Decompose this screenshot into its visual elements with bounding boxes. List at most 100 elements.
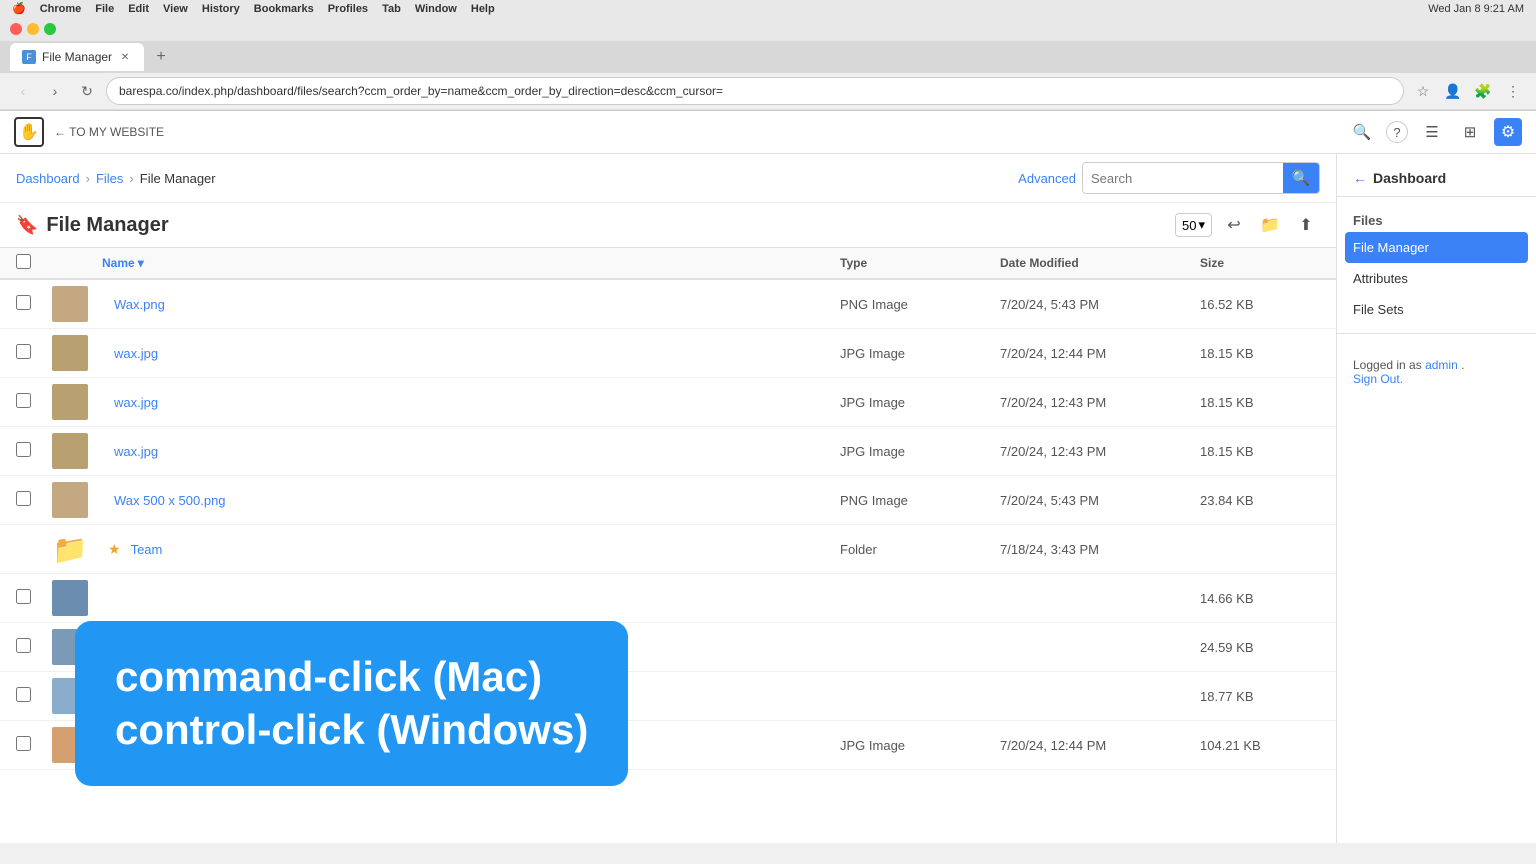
- row-checkbox: [16, 442, 52, 460]
- file-size: 18.77 KB: [1200, 689, 1320, 704]
- per-page-icon: ▾: [1198, 217, 1205, 233]
- grid-view-icon[interactable]: ⊞: [1456, 118, 1484, 146]
- file-date: 7/20/24, 5:43 PM: [1000, 297, 1200, 312]
- sidebar-item-file-manager[interactable]: File Manager: [1345, 232, 1528, 263]
- table-row: 14.66 KB: [0, 574, 1336, 623]
- file-checkbox[interactable]: [16, 491, 31, 506]
- sidebar-item-attributes[interactable]: Attributes: [1337, 263, 1536, 294]
- forward-button[interactable]: ›: [42, 78, 68, 104]
- active-tab[interactable]: F File Manager ✕: [10, 43, 144, 71]
- back-button[interactable]: ‹: [10, 78, 36, 104]
- file-name[interactable]: wax.jpg: [108, 346, 158, 361]
- menu-edit[interactable]: Edit: [128, 3, 149, 15]
- menu-chrome[interactable]: Chrome: [40, 3, 82, 15]
- file-checkbox[interactable]: [16, 442, 31, 457]
- row-checkbox: [16, 491, 52, 509]
- row-checkbox: [16, 344, 52, 362]
- header-size-col: Size: [1200, 256, 1320, 270]
- apple-menu[interactable]: 🍎: [12, 2, 26, 15]
- sidebar-back-arrow[interactable]: ←: [1353, 170, 1367, 186]
- menu-window[interactable]: Window: [415, 3, 457, 15]
- menu-tab[interactable]: Tab: [382, 3, 401, 15]
- minimize-window-button[interactable]: [27, 23, 39, 35]
- maximize-window-button[interactable]: [44, 23, 56, 35]
- logged-in-period: .: [1461, 358, 1464, 372]
- file-name[interactable]: Wax 500 x 500.png: [108, 493, 226, 508]
- file-checkbox[interactable]: [16, 687, 31, 702]
- search-button[interactable]: 🔍: [1283, 163, 1319, 193]
- file-checkbox[interactable]: [16, 344, 31, 359]
- advanced-search-link[interactable]: Advanced: [1018, 171, 1076, 186]
- upload-button[interactable]: ⬆: [1292, 211, 1320, 239]
- breadcrumb-files[interactable]: Files: [96, 171, 123, 186]
- profile-icon[interactable]: 👤: [1440, 78, 1466, 104]
- sidebar-divider: [1337, 333, 1536, 334]
- file-date: 7/18/24, 3:43 PM: [1000, 542, 1200, 557]
- per-page-value: 50: [1182, 218, 1196, 233]
- file-name[interactable]: Wax.png: [108, 297, 165, 312]
- tab-label: File Manager: [42, 50, 112, 64]
- reload-button[interactable]: ↻: [74, 78, 100, 104]
- file-date: 7/20/24, 12:44 PM: [1000, 738, 1200, 753]
- menu-file[interactable]: File: [95, 3, 114, 15]
- file-checkbox[interactable]: [16, 393, 31, 408]
- back-to-website-link[interactable]: ← TO MY WEBSITE: [54, 125, 164, 139]
- system-status: Wed Jan 8 9:21 AM: [1428, 3, 1524, 15]
- menu-profiles[interactable]: Profiles: [328, 3, 368, 15]
- system-menu[interactable]: 🍎 Chrome File Edit View History Bookmark…: [12, 2, 495, 15]
- address-bar[interactable]: barespa.co/index.php/dashboard/files/sea…: [106, 77, 1404, 105]
- settings-icon[interactable]: ⚙: [1494, 118, 1522, 146]
- sort-icon: ▾: [138, 256, 144, 270]
- star-icon[interactable]: ★: [108, 541, 121, 558]
- search-toolbar-icon[interactable]: 🔍: [1348, 118, 1376, 146]
- file-name[interactable]: wax.jpg: [108, 444, 158, 459]
- sidebar-section-files: Files: [1337, 205, 1536, 232]
- close-window-button[interactable]: [10, 23, 22, 35]
- file-checkbox[interactable]: [16, 638, 31, 653]
- menu-history[interactable]: History: [202, 3, 240, 15]
- sidebar-file-sets-label: File Sets: [1353, 302, 1404, 317]
- menu-help[interactable]: Help: [471, 3, 495, 15]
- per-page-selector[interactable]: 50 ▾: [1175, 213, 1212, 237]
- move-icon-button[interactable]: ↩: [1220, 211, 1248, 239]
- row-checkbox: [16, 687, 52, 705]
- bookmark-icon[interactable]: ☆: [1410, 78, 1436, 104]
- file-date: 7/20/24, 5:43 PM: [1000, 493, 1200, 508]
- list-view-icon[interactable]: ☰: [1418, 118, 1446, 146]
- file-date: 7/20/24, 12:44 PM: [1000, 346, 1200, 361]
- sidebar-title: ← Dashboard: [1337, 170, 1536, 197]
- extension-icon[interactable]: 🧩: [1470, 78, 1496, 104]
- admin-link[interactable]: admin: [1425, 358, 1458, 372]
- file-date: 7/20/24, 12:43 PM: [1000, 395, 1200, 410]
- logged-in-text: Logged in as: [1353, 358, 1425, 372]
- more-options-icon[interactable]: ⋮: [1500, 78, 1526, 104]
- tab-close-button[interactable]: ✕: [118, 50, 132, 64]
- sidebar-attributes-label: Attributes: [1353, 271, 1408, 286]
- table-row: wax.jpg JPG Image 7/20/24, 12:44 PM 18.1…: [0, 329, 1336, 378]
- file-checkbox[interactable]: [16, 589, 31, 604]
- file-name[interactable]: wax.jpg: [108, 395, 158, 410]
- app-logo: ✋: [14, 117, 44, 147]
- page-title-icon: 🔖: [16, 215, 38, 236]
- header-name-col[interactable]: Name ▾: [102, 256, 840, 270]
- sidebar-item-file-sets[interactable]: File Sets: [1337, 294, 1536, 325]
- file-type: JPG Image: [840, 444, 1000, 459]
- new-tab-button[interactable]: +: [150, 46, 172, 68]
- breadcrumb-dashboard[interactable]: Dashboard: [16, 171, 80, 186]
- new-folder-button[interactable]: 📁: [1256, 211, 1284, 239]
- row-checkbox: [16, 736, 52, 754]
- select-all-checkbox[interactable]: [16, 254, 31, 269]
- table-row: 📁 ★ Team Folder 7/18/24, 3:43 PM: [0, 525, 1336, 574]
- page-title: File Manager: [46, 214, 168, 237]
- file-checkbox[interactable]: [16, 736, 31, 751]
- sign-out-link[interactable]: Sign Out.: [1353, 372, 1403, 386]
- search-input[interactable]: [1083, 163, 1283, 193]
- file-name[interactable]: Team: [125, 542, 163, 557]
- traffic-lights[interactable]: [10, 23, 56, 35]
- file-checkbox[interactable]: [16, 295, 31, 310]
- file-size: 18.15 KB: [1200, 395, 1320, 410]
- help-toolbar-icon[interactable]: ?: [1386, 121, 1408, 143]
- menu-bookmarks[interactable]: Bookmarks: [254, 3, 314, 15]
- header-date-col: Date Modified: [1000, 256, 1200, 270]
- menu-view[interactable]: View: [163, 3, 188, 15]
